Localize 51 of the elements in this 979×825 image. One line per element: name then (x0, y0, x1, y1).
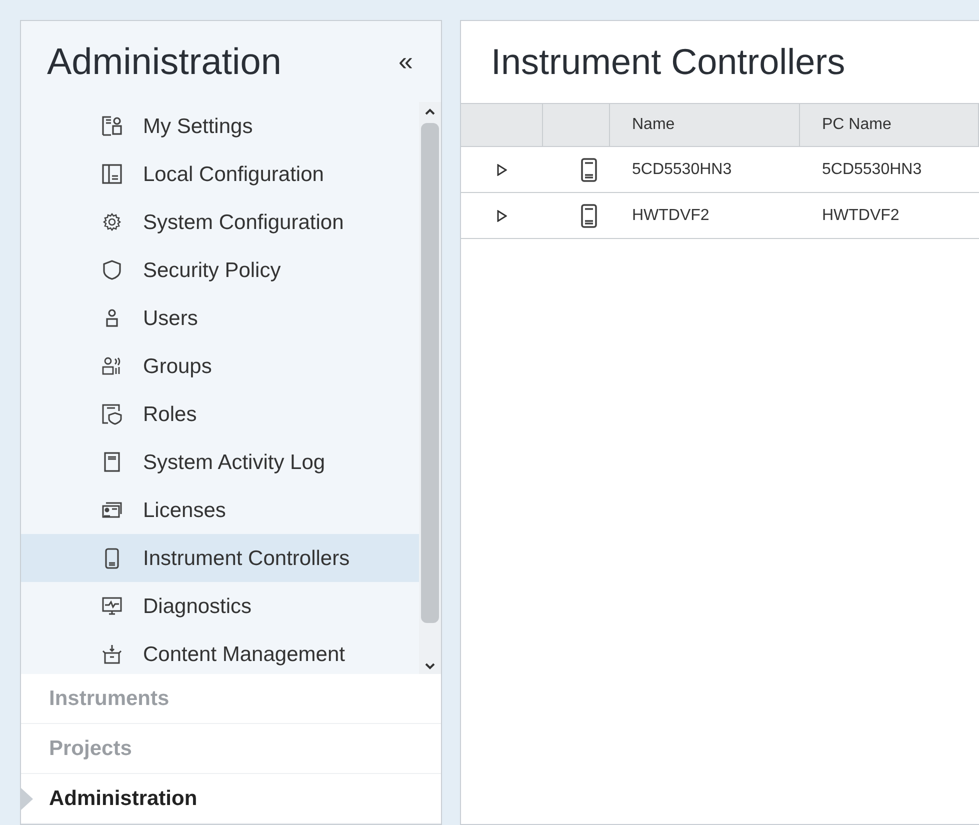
nav-item[interactable]: Groups (21, 342, 419, 390)
nav-item[interactable]: System Configuration (21, 198, 419, 246)
nav-item[interactable]: Local Configuration (21, 150, 419, 198)
nav-item-label: Local Configuration (143, 162, 324, 188)
shield-icon (101, 259, 123, 282)
nav-item[interactable]: Content Management (21, 630, 419, 674)
nav-item[interactable]: Users (21, 294, 419, 342)
column-header[interactable]: Name (610, 104, 800, 146)
nav-item-label: Diagnostics (143, 594, 252, 620)
settings-profile-icon (101, 115, 123, 138)
nav-item[interactable]: Roles (21, 390, 419, 438)
nav-item[interactable]: Instrument Controllers (21, 534, 419, 582)
scrollbar-thumb[interactable] (421, 123, 439, 624)
nav-item-label: Licenses (143, 498, 226, 524)
nav-item-label: Roles (143, 402, 197, 428)
nav-item-label: Instrument Controllers (143, 546, 350, 572)
nav-item-label: Security Policy (143, 258, 281, 284)
table-cell-text: 5CD5530HN3 (631, 160, 733, 180)
scroll-up-icon[interactable] (425, 108, 435, 116)
nav-item[interactable]: My Settings (21, 102, 419, 150)
collapse-button[interactable]: « (398, 42, 413, 82)
table-cell-text: HWTDVF2 (821, 206, 900, 226)
role-shield-icon (101, 403, 123, 426)
expand-arrow-icon[interactable] (495, 210, 507, 222)
nav-item[interactable]: Security Policy (21, 246, 419, 294)
document-icon (101, 451, 123, 474)
panel-title: Administration (47, 40, 282, 84)
nav-item-label: Groups (143, 354, 212, 380)
group-icon (101, 355, 123, 378)
nav-item-label: Users (143, 306, 198, 332)
table-cell-text: HWTDVF2 (631, 206, 710, 226)
gear-icon (101, 211, 123, 234)
monitor-pulse-icon (101, 595, 123, 618)
inbox-download-icon (101, 643, 123, 666)
nav-item[interactable]: System Activity Log (21, 438, 419, 486)
page-title: Instrument Controllers (491, 40, 846, 84)
nav-item-label: Content Management (143, 642, 345, 668)
nav-item-label: My Settings (143, 114, 253, 140)
scrollbar[interactable] (419, 102, 441, 674)
table-cell-text: 5CD5530HN3 (821, 160, 923, 180)
panel-layout-icon (101, 163, 123, 186)
expand-arrow-icon[interactable] (495, 164, 507, 176)
scroll-down-icon[interactable] (425, 663, 435, 670)
section-tab[interactable]: Administration (49, 782, 198, 814)
nav-item[interactable]: Diagnostics (21, 582, 419, 630)
phone-device-icon (581, 204, 597, 228)
nav-item-label: System Activity Log (143, 450, 326, 476)
phone-device-icon (581, 158, 597, 182)
nav-item[interactable]: Licenses (21, 486, 419, 534)
nav-item-label: System Configuration (143, 210, 344, 236)
column-header[interactable]: PC Name (800, 104, 979, 146)
